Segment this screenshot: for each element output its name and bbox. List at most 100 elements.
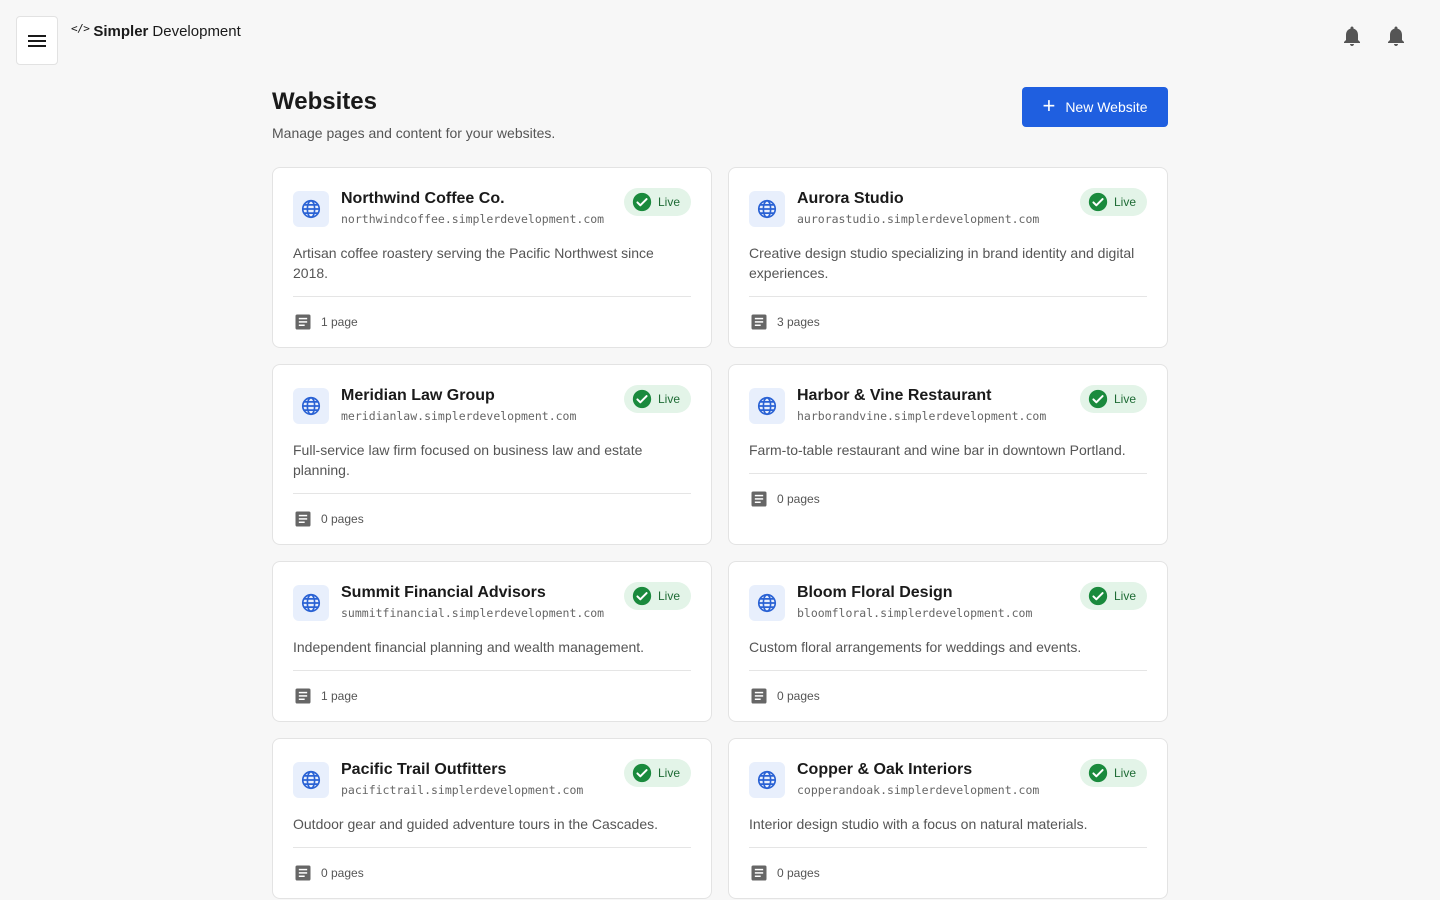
globe-icon — [293, 388, 329, 424]
website-name[interactable]: Copper & Oak Interiors — [797, 759, 1068, 781]
website-card[interactable]: Summit Financial Advisors summitfinancia… — [272, 561, 712, 722]
page-count: 0 pages — [293, 848, 691, 898]
check-circle-icon — [632, 192, 652, 212]
document-icon — [295, 865, 311, 881]
page-count-label: 1 page — [321, 689, 358, 703]
page-count: 0 pages — [749, 848, 1147, 898]
document-icon — [295, 314, 311, 330]
website-card[interactable]: Bloom Floral Design bloomfloral.simplerd… — [728, 561, 1168, 722]
status-label: Live — [657, 766, 680, 780]
status-label: Live — [657, 195, 680, 209]
page-count-label: 3 pages — [777, 315, 820, 329]
menu-button[interactable] — [16, 16, 58, 65]
website-card[interactable]: Northwind Coffee Co. northwindcoffee.sim… — [272, 167, 712, 348]
status-badge: Live — [1079, 188, 1147, 216]
globe-icon — [293, 191, 329, 227]
status-badge: Live — [1079, 385, 1147, 413]
globe-icon — [749, 191, 785, 227]
website-domain: harborandvine.simplerdevelopment.com — [797, 409, 1047, 423]
check-circle-icon — [1088, 586, 1108, 606]
website-name[interactable]: Harbor & Vine Restaurant — [797, 385, 1068, 407]
website-name[interactable]: Meridian Law Group — [341, 385, 612, 407]
document-icon — [751, 491, 767, 507]
check-circle-icon — [632, 389, 652, 409]
status-label: Live — [657, 392, 680, 406]
check-circle-icon — [632, 586, 652, 606]
website-card[interactable]: Copper & Oak Interiors copperandoak.simp… — [728, 738, 1168, 899]
page-count: 0 pages — [293, 494, 691, 544]
status-badge: Live — [623, 759, 691, 787]
website-description: Farm-to-table restaurant and wine bar in… — [749, 440, 1147, 474]
bell-icon — [1344, 26, 1360, 46]
website-domain: aurorastudio.simplerdevelopment.com — [797, 212, 1040, 226]
website-name[interactable]: Aurora Studio — [797, 188, 1068, 210]
website-description: Outdoor gear and guided adventure tours … — [293, 814, 691, 848]
page-count-label: 0 pages — [777, 492, 820, 506]
status-label: Live — [1113, 195, 1136, 209]
top-bar: </> Simpler Development — [0, 0, 1440, 70]
website-name[interactable]: Summit Financial Advisors — [341, 582, 612, 604]
document-icon — [751, 314, 767, 330]
page-count: 0 pages — [749, 671, 1147, 721]
website-name[interactable]: Northwind Coffee Co. — [341, 188, 612, 210]
page-title: Websites — [272, 88, 377, 115]
website-domain: copperandoak.simplerdevelopment.com — [797, 783, 1040, 797]
document-icon — [751, 865, 767, 881]
document-icon — [295, 688, 311, 704]
website-description: Creative design studio specializing in b… — [749, 243, 1147, 297]
website-card[interactable]: Aurora Studio aurorastudio.simplerdevelo… — [728, 167, 1168, 348]
brand-name-bold: Simpler — [93, 23, 149, 40]
status-label: Live — [657, 589, 680, 603]
globe-icon — [293, 585, 329, 621]
check-circle-icon — [1088, 763, 1108, 783]
alerts-button[interactable] — [1384, 24, 1408, 48]
document-icon — [751, 688, 767, 704]
website-description: Artisan coffee roastery serving the Paci… — [293, 243, 691, 297]
website-domain: summitfinancial.simplerdevelopment.com — [341, 606, 605, 620]
page-count: 3 pages — [749, 297, 1147, 347]
website-card[interactable]: Harbor & Vine Restaurant harborandvine.s… — [728, 364, 1168, 545]
check-circle-icon — [632, 763, 652, 783]
website-card[interactable]: Meridian Law Group meridianlaw.simplerde… — [272, 364, 712, 545]
status-badge: Live — [623, 385, 691, 413]
website-domain: pacifictrail.simplerdevelopment.com — [341, 783, 584, 797]
plus-icon: + — [1042, 93, 1056, 118]
document-icon — [295, 511, 311, 527]
page-count-label: 1 page — [321, 315, 358, 329]
new-website-button[interactable]: + New Website — [1022, 87, 1168, 127]
code-logo-icon: </> — [71, 22, 90, 35]
page-count-label: 0 pages — [321, 866, 364, 880]
page-count: 1 page — [293, 297, 691, 347]
website-description: Independent financial planning and wealt… — [293, 637, 691, 671]
check-circle-icon — [1088, 192, 1108, 212]
globe-icon — [293, 762, 329, 798]
website-description: Full-service law firm focused on busines… — [293, 440, 691, 494]
website-name[interactable]: Pacific Trail Outfitters — [341, 759, 612, 781]
website-name[interactable]: Bloom Floral Design — [797, 582, 1068, 604]
page-count: 1 page — [293, 671, 691, 721]
status-badge: Live — [623, 582, 691, 610]
status-label: Live — [1113, 392, 1136, 406]
website-card[interactable]: Pacific Trail Outfitters pacifictrail.si… — [272, 738, 712, 899]
website-domain: northwindcoffee.simplerdevelopment.com — [341, 212, 605, 226]
page-count-label: 0 pages — [777, 689, 820, 703]
hamburger-icon — [28, 34, 46, 47]
page-count-label: 0 pages — [321, 512, 364, 526]
status-badge: Live — [623, 188, 691, 216]
brand-logo[interactable]: </> Simpler Development — [71, 22, 241, 40]
new-website-label: New Website — [1065, 99, 1148, 115]
status-badge: Live — [1079, 759, 1147, 787]
website-description: Interior design studio with a focus on n… — [749, 814, 1147, 848]
website-domain: meridianlaw.simplerdevelopment.com — [341, 409, 577, 423]
page-subtitle: Manage pages and content for your websit… — [272, 125, 556, 141]
globe-icon — [749, 585, 785, 621]
brand-name-rest: Development — [152, 23, 241, 40]
notifications-button[interactable] — [1340, 24, 1364, 48]
status-badge: Live — [1079, 582, 1147, 610]
page-count-label: 0 pages — [777, 866, 820, 880]
status-label: Live — [1113, 589, 1136, 603]
check-circle-icon — [1088, 389, 1108, 409]
page-count: 0 pages — [749, 474, 1147, 524]
website-domain: bloomfloral.simplerdevelopment.com — [797, 606, 1033, 620]
status-label: Live — [1113, 766, 1136, 780]
